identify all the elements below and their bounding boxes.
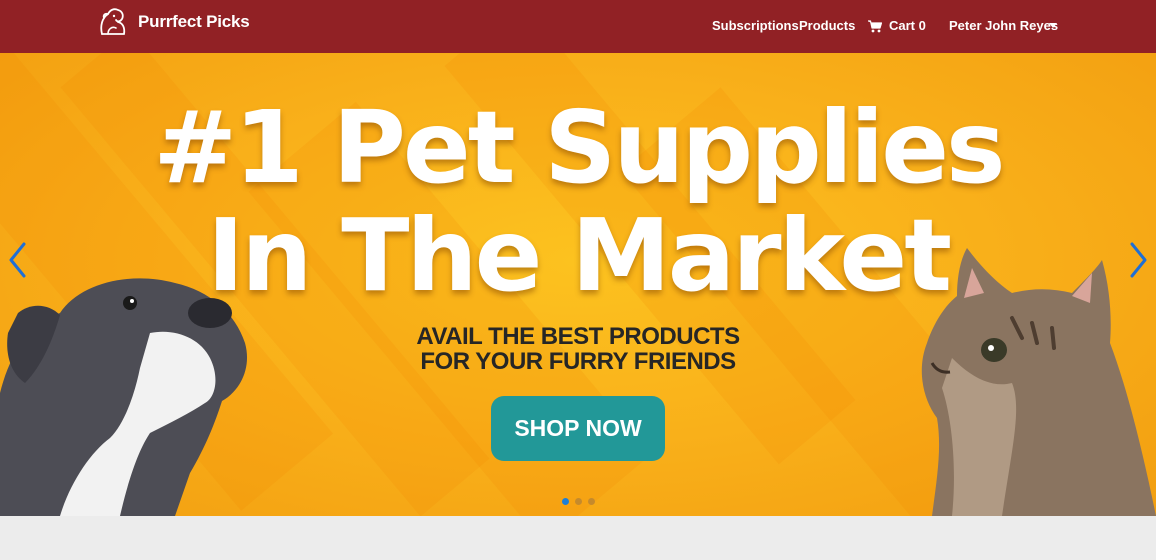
carousel-indicators bbox=[562, 498, 595, 505]
nav-links: Subscriptions Products Cart 0 Peter John… bbox=[0, 17, 1156, 35]
hero-headline-line2: In The Market bbox=[206, 197, 952, 314]
carousel-dot-2[interactable] bbox=[575, 498, 582, 505]
nav-cart-link[interactable]: Cart 0 bbox=[868, 17, 926, 35]
nav-products-link[interactable]: Products bbox=[799, 17, 855, 35]
shop-now-button[interactable]: SHOP NOW bbox=[491, 396, 665, 461]
user-menu-toggle[interactable]: Peter John Reyes bbox=[949, 17, 1058, 35]
page-content-area bbox=[0, 516, 1156, 560]
caret-down-icon[interactable] bbox=[1049, 23, 1057, 28]
hero-subline-line2: FOR YOUR FURRY FRIENDS bbox=[420, 348, 736, 375]
carousel-next-icon[interactable] bbox=[1126, 241, 1150, 279]
carousel-dot-1[interactable] bbox=[562, 498, 569, 505]
top-navbar: Purrfect Picks Subscriptions Products Ca… bbox=[0, 0, 1156, 53]
hero-carousel: #1 Pet Supplies In The Market AVAIL THE … bbox=[0, 53, 1156, 516]
nav-subscriptions-link[interactable]: Subscriptions bbox=[712, 17, 799, 35]
cart-icon bbox=[868, 19, 882, 32]
carousel-prev-icon[interactable] bbox=[6, 241, 30, 279]
carousel-dot-3[interactable] bbox=[588, 498, 595, 505]
hero-subline-line1: AVAIL THE BEST PRODUCTS bbox=[416, 323, 740, 350]
hero-headline-line1: #1 Pet Supplies bbox=[153, 89, 1005, 206]
cart-label: Cart 0 bbox=[889, 18, 926, 33]
